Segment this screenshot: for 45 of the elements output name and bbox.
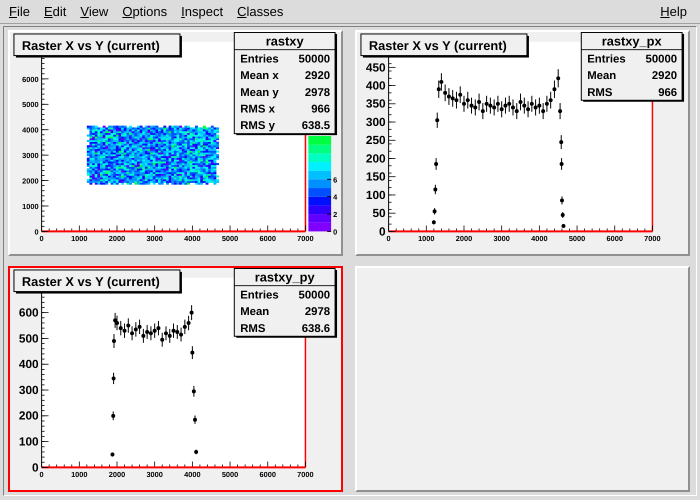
stats-label: Mean y [240, 86, 279, 99]
axis-tick-label: 150 [366, 170, 386, 184]
axis-tick-label: 350 [366, 96, 386, 111]
stats-label: Entries [240, 289, 279, 302]
stats-title: rastxy_px [602, 34, 662, 49]
axis-tick-label: 250 [366, 133, 386, 148]
stats-value: 638.6 [302, 322, 330, 335]
axis-tick-label: 500 [18, 331, 39, 346]
stats-label: Mean x [240, 70, 279, 82]
axis-tick-label: 200 [18, 408, 39, 423]
stats-value: 2920 [304, 70, 330, 82]
axis-tick-label: 0 [379, 224, 386, 238]
stats-label: Mean [587, 70, 616, 82]
axis-tick-label: 100 [366, 188, 386, 202]
stats-label: RMS y [240, 120, 275, 132]
stats-title: rastxy_py [254, 270, 315, 285]
axis-tick-label: 450 [366, 60, 386, 74]
stats-label: Mean [240, 306, 270, 318]
stats-label: RMS [587, 86, 612, 99]
axis-tick-label: 400 [18, 357, 39, 372]
stats-value: 638.5 [302, 120, 330, 132]
stats-label: Entries [240, 53, 279, 66]
axis-tick-label: 300 [18, 382, 39, 397]
stats-value: 966 [658, 86, 678, 99]
axis-tick-label: 50 [372, 206, 386, 220]
plot-title: Raster X vs Y (current) [13, 269, 182, 294]
stats-value: 2978 [304, 306, 330, 318]
stats-value: 2978 [304, 86, 330, 99]
stats-label: RMS [240, 322, 266, 335]
stats-value: 50000 [298, 289, 330, 302]
stats-value: 50000 [298, 53, 330, 66]
axis-tick-label: 0 [32, 460, 39, 474]
axis-tick-label: 100 [18, 434, 39, 449]
stats-value: 50000 [646, 53, 678, 66]
axis-tick-label: 200 [366, 151, 386, 166]
plot-title: Raster X vs Y (current) [360, 33, 529, 58]
stats-label: RMS x [240, 104, 275, 116]
axis-tick-label: 400 [366, 78, 386, 92]
stats-label: Entries [587, 53, 626, 66]
stats-value: 966 [311, 104, 330, 116]
stats-title: rastxy [266, 34, 304, 49]
plot-title: Raster X vs Y (current) [13, 33, 182, 58]
stats-value: 2920 [652, 70, 678, 82]
axis-tick-label: 600 [18, 306, 39, 320]
axis-tick-label: 300 [366, 115, 386, 129]
